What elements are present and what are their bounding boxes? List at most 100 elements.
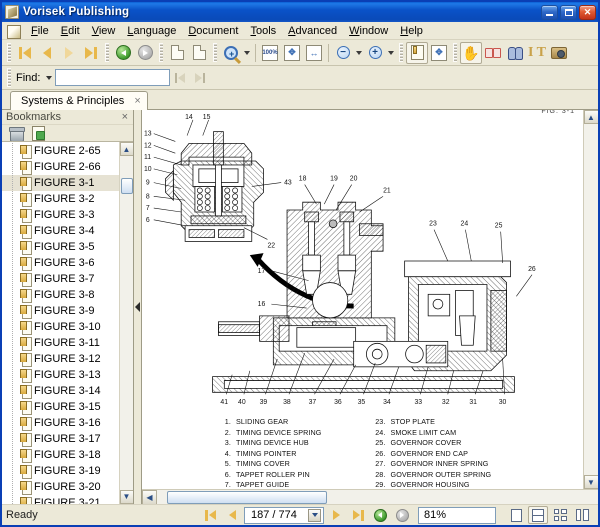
status-first-page-button[interactable] — [200, 506, 220, 524]
toolbar-grip-5[interactable] — [399, 43, 403, 62]
bookmark-item[interactable]: FIGURE 3-19 — [2, 463, 119, 479]
view-facing-button[interactable] — [572, 506, 592, 524]
find-options-dropdown[interactable] — [43, 68, 55, 88]
pages-pane-button[interactable]: ✥ — [428, 42, 450, 64]
bookmarks-scroll-down-button[interactable]: ▼ — [120, 490, 134, 504]
zoom-level-field[interactable]: 81% — [418, 507, 496, 524]
previous-view-button[interactable] — [112, 42, 134, 64]
rotate-clockwise-button[interactable] — [166, 42, 188, 64]
page-scroll-wrapper[interactable]: FIG. 3-1 — [142, 110, 583, 489]
tab-close-icon[interactable]: × — [134, 95, 140, 107]
bookmarks-scroll-up-button[interactable]: ▲ — [120, 142, 134, 156]
find-previous-button[interactable] — [170, 68, 190, 87]
search-input[interactable] — [55, 69, 170, 86]
page-scroll-left-button[interactable]: ◀ — [142, 490, 157, 505]
find-next-button[interactable] — [190, 68, 210, 87]
document-control-icon[interactable] — [6, 24, 21, 38]
page-number-dropdown-icon[interactable] — [308, 509, 321, 522]
toolbar-grip-6[interactable] — [453, 43, 457, 62]
fit-width-button[interactable]: ↔ — [303, 42, 325, 64]
zoom-out-dropdown[interactable] — [354, 42, 364, 64]
page-horizontal-scrollbar[interactable]: ◀ — [142, 489, 598, 504]
view-continuous-button[interactable] — [528, 506, 548, 524]
bookmark-item[interactable]: FIGURE 3-7 — [2, 271, 119, 287]
bookmarks-pane-button[interactable] — [406, 42, 428, 64]
first-page-button[interactable] — [14, 42, 36, 64]
delete-bookmark-icon[interactable] — [10, 127, 22, 140]
status-previous-page-button[interactable] — [222, 506, 242, 524]
menu-view[interactable]: View — [86, 23, 122, 39]
menu-advanced[interactable]: Advanced — [282, 23, 343, 39]
next-view-button[interactable] — [134, 42, 156, 64]
status-last-page-button[interactable] — [348, 506, 368, 524]
sidebar-splitter[interactable] — [134, 110, 142, 504]
menu-edit[interactable]: Edit — [55, 23, 86, 39]
bookmark-item[interactable]: FIGURE 2-65 — [2, 143, 119, 159]
page-scroll-up-button[interactable]: ▲ — [584, 110, 599, 124]
read-tool-button[interactable] — [482, 42, 504, 64]
previous-page-button[interactable] — [36, 42, 58, 64]
zoom-out-button[interactable]: − — [332, 42, 354, 64]
find-bar-grip[interactable] — [7, 68, 11, 87]
zoom-in-dropdown[interactable] — [386, 42, 396, 64]
menu-file[interactable]: File — [25, 23, 55, 39]
actual-size-button[interactable]: 100% — [259, 42, 281, 64]
snapshot-tool-button[interactable] — [548, 42, 570, 64]
bookmark-item[interactable]: FIGURE 3-2 — [2, 191, 119, 207]
tab-systems-and-principles[interactable]: Systems & Principles × — [10, 91, 148, 110]
bookmark-item[interactable]: FIGURE 3-20 — [2, 479, 119, 495]
bookmark-item[interactable]: FIGURE 2-66 — [2, 159, 119, 175]
text-select-tool-button[interactable]: I T — [526, 42, 548, 64]
toolbar-grip[interactable] — [7, 43, 11, 62]
page-horizontal-thumb[interactable] — [167, 491, 327, 504]
bookmark-item[interactable]: FIGURE 3-8 — [2, 287, 119, 303]
fit-page-button[interactable]: ✥ — [281, 42, 303, 64]
status-next-view-button[interactable] — [392, 506, 412, 524]
bookmark-item[interactable]: FIGURE 3-17 — [2, 431, 119, 447]
menu-language[interactable]: Language — [121, 23, 182, 39]
bookmark-item[interactable]: FIGURE 3-11 — [2, 335, 119, 351]
zoom-tool-dropdown[interactable] — [242, 42, 252, 64]
page-number-field[interactable]: 187 / 774 — [244, 507, 324, 524]
page-vertical-scrollbar[interactable]: ▲ ▼ — [583, 110, 598, 489]
bookmarks-scrollbar[interactable]: ▲ ▼ — [119, 142, 133, 504]
view-continuous-facing-button[interactable] — [550, 506, 570, 524]
toolbar-grip-4[interactable] — [213, 43, 217, 62]
menu-window[interactable]: Window — [343, 23, 394, 39]
next-page-button[interactable] — [58, 42, 80, 64]
last-page-button[interactable] — [80, 42, 102, 64]
minimize-button[interactable] — [541, 5, 558, 20]
bookmarks-close-icon[interactable]: × — [122, 111, 128, 123]
bookmark-item[interactable]: FIGURE 3-21 — [2, 495, 119, 504]
bookmark-item[interactable]: FIGURE 3-16 — [2, 415, 119, 431]
zoom-in-button[interactable]: + — [364, 42, 386, 64]
menu-help[interactable]: Help — [394, 23, 429, 39]
bookmark-item[interactable]: FIGURE 3-4 — [2, 223, 119, 239]
close-button[interactable]: ✕ — [579, 5, 596, 20]
bookmark-item[interactable]: FIGURE 3-14 — [2, 383, 119, 399]
view-single-page-button[interactable] — [506, 506, 526, 524]
bookmark-item[interactable]: FIGURE 3-9 — [2, 303, 119, 319]
page-scroll-down-button[interactable]: ▼ — [584, 475, 599, 489]
bookmark-item[interactable]: FIGURE 3-18 — [2, 447, 119, 463]
find-tool-button[interactable] — [504, 42, 526, 64]
zoom-tool-button[interactable]: + — [220, 42, 242, 64]
status-previous-view-button[interactable] — [370, 506, 390, 524]
rotate-counterclockwise-button[interactable] — [188, 42, 210, 64]
menu-document[interactable]: Document — [182, 23, 244, 39]
bookmark-item[interactable]: FIGURE 3-1 — [2, 175, 119, 191]
bookmark-item[interactable]: FIGURE 3-10 — [2, 319, 119, 335]
bookmark-item[interactable]: FIGURE 3-3 — [2, 207, 119, 223]
new-bookmark-icon[interactable] — [32, 126, 45, 140]
hand-tool-button[interactable]: ✋ — [460, 42, 482, 64]
maximize-button[interactable] — [560, 5, 577, 20]
bookmarks-scroll-thumb[interactable] — [121, 178, 133, 194]
bookmark-item[interactable]: FIGURE 3-6 — [2, 255, 119, 271]
bookmark-item[interactable]: FIGURE 3-5 — [2, 239, 119, 255]
toolbar-grip-3[interactable] — [159, 43, 163, 62]
status-next-page-button[interactable] — [326, 506, 346, 524]
bookmark-item[interactable]: FIGURE 3-15 — [2, 399, 119, 415]
toolbar-grip-2[interactable] — [105, 43, 109, 62]
bookmark-item[interactable]: FIGURE 3-12 — [2, 351, 119, 367]
bookmark-item[interactable]: FIGURE 3-13 — [2, 367, 119, 383]
